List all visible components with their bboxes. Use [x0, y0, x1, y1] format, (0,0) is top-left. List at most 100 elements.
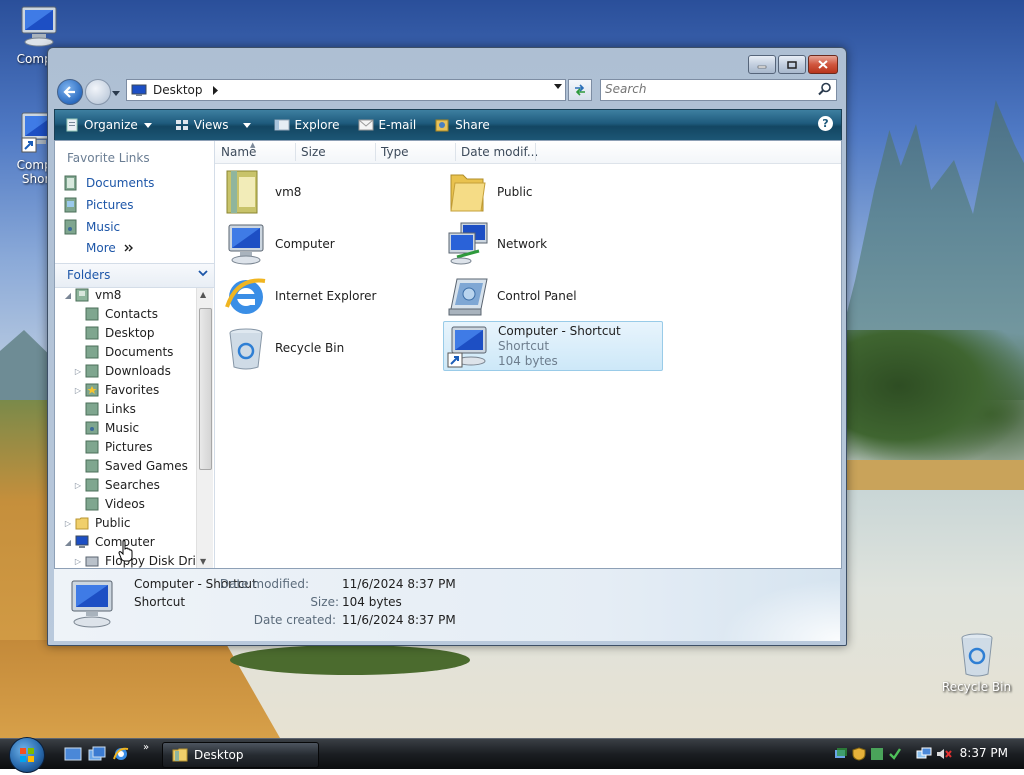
- contacts-folder-icon: [85, 307, 99, 321]
- file-item-label: Internet Explorer: [275, 289, 377, 303]
- expanded-arrow-icon[interactable]: ◢: [63, 538, 73, 547]
- details-date-modified-label: Date modified:: [219, 577, 309, 591]
- collapsed-arrow-icon[interactable]: ▷: [73, 386, 83, 395]
- email-button[interactable]: E-mail: [358, 118, 416, 132]
- tree-node-label: Saved Games: [105, 459, 188, 473]
- windows-update-icon[interactable]: [870, 747, 884, 761]
- chevron-right-icon[interactable]: [212, 85, 219, 95]
- file-item-recycle-bin[interactable]: Recycle Bin: [223, 325, 344, 371]
- music-folder-icon: [85, 421, 99, 435]
- address-bar[interactable]: Desktop: [126, 79, 566, 101]
- column-header-size[interactable]: Size: [301, 145, 326, 159]
- network-connection-icon[interactable]: [916, 747, 932, 761]
- favorite-link-pictures[interactable]: Pictures: [63, 197, 134, 213]
- tree-node-videos[interactable]: Videos: [73, 497, 145, 511]
- column-header-date-modified[interactable]: Date modif...: [461, 145, 538, 159]
- file-item-type: Shortcut: [498, 338, 550, 353]
- folder-tree-scrollbar[interactable]: ▲ ▼: [196, 288, 213, 568]
- file-item-computer[interactable]: Computer: [223, 221, 335, 267]
- downloads-folder-icon: [85, 364, 99, 378]
- switch-windows-icon[interactable]: [88, 746, 106, 762]
- explore-icon: [274, 119, 289, 131]
- wallpaper-trees: [845, 330, 1024, 470]
- file-item-network[interactable]: Network: [445, 221, 547, 267]
- desktop-folder-icon: [85, 326, 99, 340]
- search-input[interactable]: [601, 80, 805, 98]
- details-date-created-label: Date created:: [253, 613, 336, 627]
- file-item-control-panel[interactable]: Control Panel: [445, 273, 577, 319]
- address-text: Desktop: [153, 83, 203, 97]
- explore-button[interactable]: Explore: [274, 118, 340, 132]
- tree-node-contacts[interactable]: Contacts: [73, 307, 158, 321]
- quick-launch-overflow-icon[interactable]: »: [143, 742, 149, 753]
- tree-node-vm8[interactable]: ◢ vm8: [63, 288, 122, 302]
- file-item-label: Public: [497, 185, 533, 199]
- favorite-link-label: Documents: [86, 176, 155, 190]
- clock[interactable]: 8:37 PM: [960, 746, 1008, 760]
- tree-node-downloads[interactable]: ▷ Downloads: [73, 364, 171, 378]
- network-tray-icon[interactable]: [834, 747, 848, 761]
- file-item-computer-shortcut[interactable]: Computer - Shortcut Shortcut 104 bytes: [443, 321, 663, 371]
- views-icon: [175, 120, 188, 130]
- column-header-type[interactable]: Type: [381, 145, 409, 159]
- tree-node-links[interactable]: Links: [73, 402, 136, 416]
- file-item-vm8[interactable]: vm8: [223, 169, 301, 215]
- collapsed-arrow-icon[interactable]: ▷: [73, 557, 83, 566]
- file-item-internet-explorer[interactable]: Internet Explorer: [223, 273, 376, 319]
- scrollbar-thumb[interactable]: [199, 308, 212, 470]
- file-item-label: Control Panel: [497, 289, 577, 303]
- folders-header[interactable]: Folders: [55, 263, 214, 288]
- collapsed-arrow-icon[interactable]: ▷: [73, 367, 83, 376]
- close-button[interactable]: [808, 55, 838, 74]
- search-box[interactable]: [600, 79, 837, 101]
- views-button[interactable]: Views: [175, 118, 256, 132]
- favorite-link-label: Music: [86, 220, 121, 234]
- tree-node-desktop[interactable]: Desktop: [73, 326, 155, 340]
- tree-node-computer[interactable]: ◢ Computer: [63, 535, 155, 549]
- internet-explorer-icon[interactable]: [112, 746, 130, 762]
- floppy-drive-icon: [85, 556, 99, 567]
- checkmark-tray-icon[interactable]: [888, 747, 902, 761]
- security-shield-icon[interactable]: [852, 747, 866, 761]
- organize-button[interactable]: Organize: [65, 118, 157, 132]
- recent-pages-dropdown[interactable]: [112, 86, 121, 100]
- tree-node-searches[interactable]: ▷ Searches: [73, 478, 160, 492]
- scroll-down-icon[interactable]: ▼: [200, 557, 206, 566]
- minimize-button[interactable]: [748, 55, 776, 74]
- tree-node-floppy-disk-drive[interactable]: ▷ Floppy Disk Drive: [73, 554, 195, 568]
- collapsed-arrow-icon[interactable]: ▷: [73, 481, 83, 490]
- searches-folder-icon: [85, 478, 99, 492]
- wallpaper-grass: [230, 645, 470, 675]
- more-links-button[interactable]: More: [86, 241, 142, 255]
- share-button[interactable]: Share: [434, 117, 490, 133]
- column-header-name[interactable]: Name: [221, 145, 256, 159]
- forward-button[interactable]: [85, 79, 111, 105]
- tree-node-documents[interactable]: Documents: [73, 345, 173, 359]
- expanded-arrow-icon[interactable]: ◢: [63, 291, 73, 300]
- taskbar-button-desktop[interactable]: Desktop: [162, 742, 319, 768]
- help-button[interactable]: ?: [818, 116, 833, 131]
- search-icon[interactable]: [818, 82, 832, 96]
- email-icon: [358, 119, 374, 131]
- desktop-icon-recycle-bin[interactable]: Recycle Bin: [939, 632, 1014, 694]
- refresh-button[interactable]: [568, 79, 592, 101]
- recycle-bin-icon: [961, 633, 992, 677]
- favorite-link-documents[interactable]: Documents: [63, 175, 154, 191]
- tree-node-saved-games[interactable]: Saved Games: [73, 459, 188, 473]
- volume-muted-icon[interactable]: [936, 747, 952, 761]
- refresh-icon: [575, 84, 585, 96]
- file-item-public[interactable]: Public: [445, 169, 533, 215]
- tree-node-pictures[interactable]: Pictures: [73, 440, 153, 454]
- show-desktop-icon[interactable]: [64, 746, 82, 762]
- network-icon: [448, 222, 488, 265]
- tree-node-music[interactable]: Music: [73, 421, 139, 435]
- scroll-up-icon[interactable]: ▲: [200, 290, 206, 299]
- back-button[interactable]: [57, 79, 83, 105]
- collapsed-arrow-icon[interactable]: ▷: [63, 519, 73, 528]
- tree-node-public[interactable]: ▷ Public: [63, 516, 131, 530]
- favorite-link-music[interactable]: Music: [63, 219, 120, 235]
- chevron-down-icon[interactable]: [554, 84, 563, 90]
- tree-node-favorites[interactable]: ▷ Favorites: [73, 383, 159, 397]
- desktop-icon: [131, 84, 147, 96]
- maximize-button[interactable]: [778, 55, 806, 74]
